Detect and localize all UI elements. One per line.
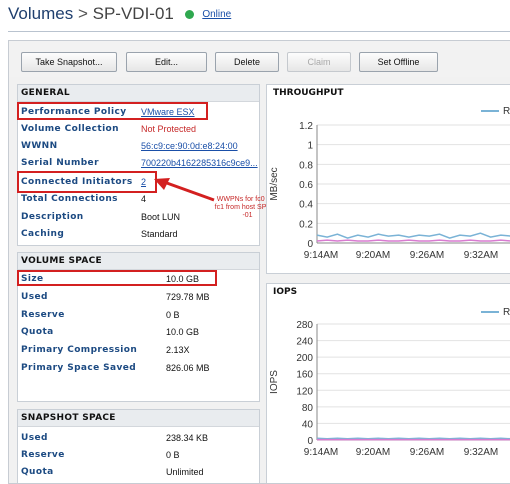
set-offline-button[interactable]: Set Offline bbox=[359, 52, 438, 72]
iops-panel: IOPS IOPS 280 240 200 160 120 80 40 0 9:14AM 9:20A… bbox=[266, 283, 510, 483]
y-axis-label: MB/sec bbox=[269, 167, 280, 200]
snapshot-used-label: Used bbox=[21, 433, 48, 443]
quota-value: 10.0 GB bbox=[166, 327, 200, 337]
legend-label: R bbox=[503, 307, 510, 318]
series-line bbox=[316, 239, 510, 242]
y-tick-label: 280 bbox=[296, 320, 313, 331]
page-title: Volumes > SP-VDI-01 Online bbox=[8, 4, 231, 24]
row-snapshot-used: Used 238.34 KB bbox=[18, 430, 259, 447]
primary-space-saved-value: 826.06 MB bbox=[166, 363, 210, 373]
series-line bbox=[316, 232, 510, 239]
volume-collection-value: Not Protected bbox=[141, 124, 197, 134]
row-primary-space-saved: Primary Space Saved 826.06 MB bbox=[18, 360, 259, 377]
snapshot-space-title: SNAPSHOT SPACE bbox=[18, 410, 259, 427]
iops-chart: IOPS 280 240 200 160 120 80 40 09:14AM 9:20AM 9:26… bbox=[269, 307, 510, 458]
y-tick-label: 0.2 bbox=[299, 219, 313, 230]
x-tick-label: 9:26AM bbox=[410, 250, 444, 261]
row-snapshot-quota: Quota Unlimited bbox=[18, 464, 259, 481]
throughput-panel: THROUGHPUT MB/sec 1.2 1 0.8 0.6 0.4 0.2 0 9:14AM… bbox=[266, 84, 510, 274]
y-tick-label: 40 bbox=[302, 419, 314, 430]
wwnn-value[interactable]: 56:c9:ce:90:0d:e8:24:00 bbox=[141, 138, 238, 155]
description-value: Boot LUN bbox=[141, 212, 181, 222]
row-snapshot-reserve: Reserve 0 B bbox=[18, 447, 259, 464]
series-line bbox=[316, 437, 510, 440]
row-quota: Quota 10.0 GB bbox=[18, 324, 259, 341]
primary-compression-label: Primary Compression bbox=[21, 345, 138, 355]
row-caching: Caching Standard bbox=[18, 226, 259, 243]
throughput-title: THROUGHPUT bbox=[267, 85, 510, 101]
throughput-chart: MB/sec 1.2 1 0.8 0.6 0.4 0.2 09:14AM 9:20AM 9:26A… bbox=[269, 106, 510, 261]
y-tick-label: 160 bbox=[296, 370, 313, 381]
snapshot-space-panel: SNAPSHOT SPACE Used 238.34 KB Reserve 0 … bbox=[17, 409, 260, 483]
legend-label: R bbox=[503, 106, 510, 117]
y-tick-label: 80 bbox=[302, 403, 314, 414]
row-volume-collection: Volume Collection Not Protected bbox=[18, 121, 259, 138]
description-label: Description bbox=[21, 212, 84, 222]
volume-collection-label: Volume Collection bbox=[21, 124, 119, 134]
primary-space-saved-label: Primary Space Saved bbox=[21, 363, 137, 373]
iops-title: IOPS bbox=[267, 284, 510, 300]
breadcrumb-separator: > bbox=[77, 4, 88, 23]
general-title: GENERAL bbox=[18, 85, 259, 102]
snapshot-used-value: 238.34 KB bbox=[166, 433, 209, 443]
wwnn-label: WWNN bbox=[21, 141, 58, 151]
row-reserve: Reserve 0 B bbox=[18, 307, 259, 324]
y-tick-label: 0.6 bbox=[299, 180, 313, 191]
caching-value: Standard bbox=[141, 229, 178, 239]
take-snapshot-button[interactable]: Take Snapshot... bbox=[21, 52, 117, 72]
volume-name: SP-VDI-01 bbox=[92, 4, 174, 23]
x-tick-label: 9:26AM bbox=[410, 447, 444, 458]
total-connections-value: 4 bbox=[141, 194, 147, 204]
highlight-connected-initiators bbox=[17, 171, 157, 193]
snapshot-quota-value: Unlimited bbox=[166, 467, 204, 477]
highlight-performance-policy bbox=[17, 102, 208, 120]
y-tick-label: 0.4 bbox=[299, 200, 313, 211]
row-serial-number: Serial Number 700220b4162285316c9ce9... bbox=[18, 155, 259, 172]
x-tick-label: 9:14AM bbox=[304, 250, 338, 261]
breadcrumb-volumes[interactable]: Volumes bbox=[8, 4, 73, 23]
reserve-label: Reserve bbox=[21, 310, 65, 320]
header-divider bbox=[8, 31, 510, 32]
used-label: Used bbox=[21, 292, 48, 302]
snapshot-reserve-label: Reserve bbox=[21, 450, 65, 460]
serial-number-label: Serial Number bbox=[21, 158, 99, 168]
y-tick-label: 0 bbox=[307, 436, 313, 447]
x-tick-label: 9:14AM bbox=[304, 447, 338, 458]
x-tick-label: 9:32AM bbox=[464, 447, 498, 458]
primary-compression-value: 2.13X bbox=[166, 345, 190, 355]
reserve-value: 0 B bbox=[166, 310, 180, 320]
status-link[interactable]: Online bbox=[202, 9, 231, 20]
snapshot-quota-label: Quota bbox=[21, 467, 54, 477]
y-tick-label: 1.2 bbox=[299, 121, 313, 132]
x-tick-label: 9:20AM bbox=[356, 447, 390, 458]
highlight-size bbox=[17, 270, 217, 286]
delete-button[interactable]: Delete bbox=[215, 52, 279, 72]
caching-label: Caching bbox=[21, 229, 65, 239]
x-tick-label: 9:32AM bbox=[464, 250, 498, 261]
claim-button[interactable]: Claim bbox=[287, 52, 351, 72]
used-value: 729.78 MB bbox=[166, 292, 210, 302]
y-tick-label: 0 bbox=[307, 239, 313, 250]
row-primary-compression: Primary Compression 2.13X bbox=[18, 342, 259, 359]
edit-button[interactable]: Edit... bbox=[126, 52, 207, 72]
status-online-icon bbox=[184, 9, 194, 19]
y-axis-label: IOPS bbox=[269, 370, 280, 394]
quota-label: Quota bbox=[21, 327, 54, 337]
y-tick-label: 120 bbox=[296, 386, 313, 397]
y-tick-label: 200 bbox=[296, 353, 313, 364]
row-used: Used 729.78 MB bbox=[18, 289, 259, 306]
y-tick-label: 0.8 bbox=[299, 160, 313, 171]
total-connections-label: Total Connections bbox=[21, 194, 118, 204]
x-tick-label: 9:20AM bbox=[356, 250, 390, 261]
row-wwnn: WWNN 56:c9:ce:90:0d:e8:24:00 bbox=[18, 138, 259, 155]
snapshot-reserve-value: 0 B bbox=[166, 450, 180, 460]
y-tick-label: 240 bbox=[296, 337, 313, 348]
serial-number-value[interactable]: 700220b4162285316c9ce9... bbox=[141, 155, 258, 172]
volume-space-title: VOLUME SPACE bbox=[18, 253, 259, 270]
y-tick-label: 1 bbox=[307, 141, 313, 152]
